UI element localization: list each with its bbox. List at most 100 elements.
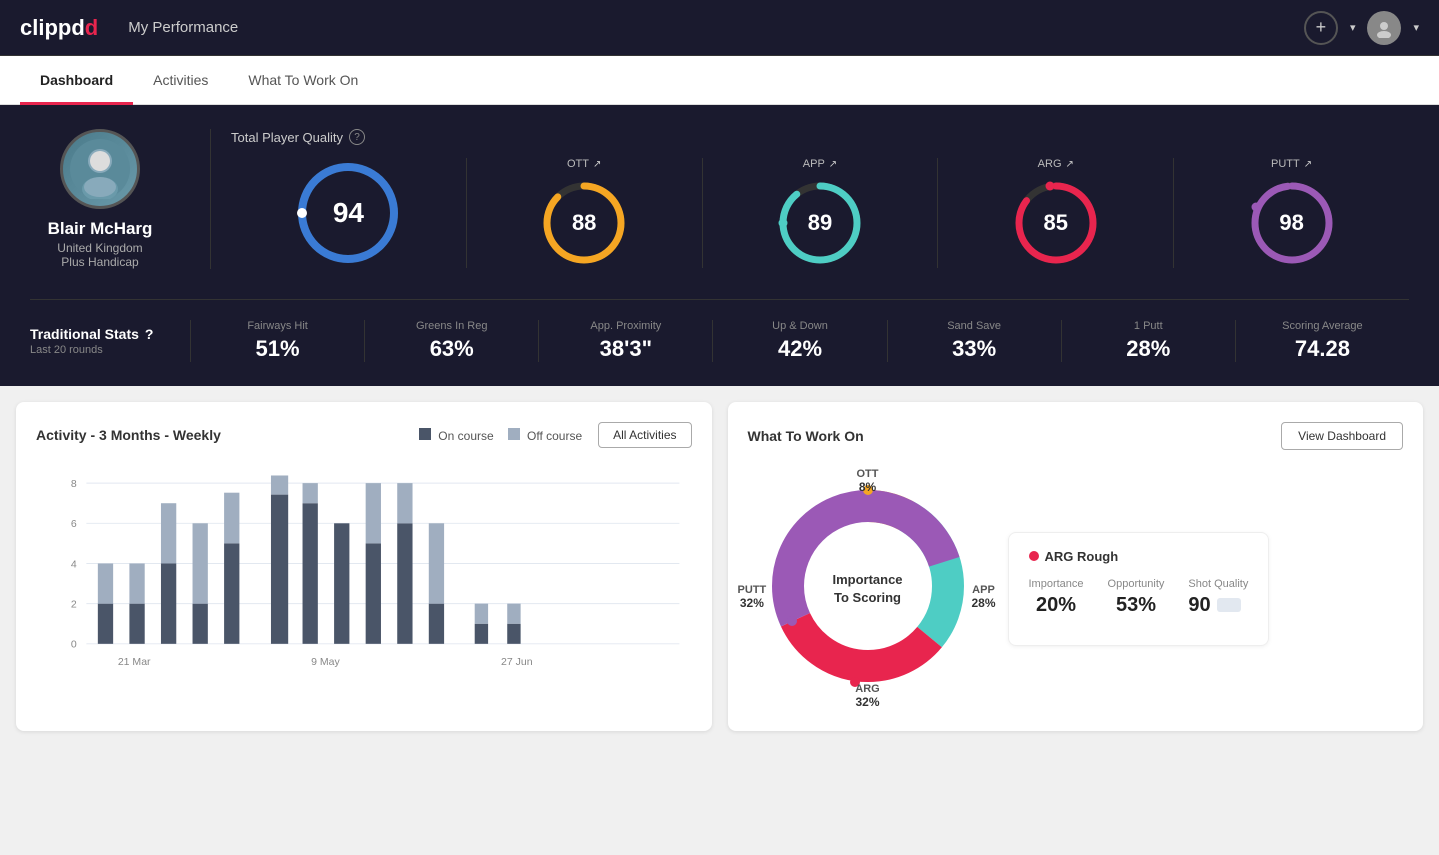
logo: clippdd (20, 15, 98, 41)
chart-legend: On course Off course (419, 428, 582, 443)
putt-gauge: PUTT ↗ 98 (1173, 158, 1409, 268)
stat-sandsave-label: Sand Save (898, 320, 1051, 332)
ott-arrow-icon: ↗ (593, 159, 601, 170)
trad-label-area: Traditional Stats ? Last 20 rounds (30, 326, 190, 356)
main-gauge-value: 94 (333, 197, 364, 229)
header-title: My Performance (128, 19, 1304, 36)
stat-scoring-value: 74.28 (1246, 336, 1399, 362)
stat-proximity-label: App. Proximity (549, 320, 702, 332)
svg-text:9 May: 9 May (311, 656, 340, 668)
stat-1putt-value: 28% (1072, 336, 1225, 362)
gauges-row: 94 OTT ↗ 88 (231, 157, 1409, 269)
activity-card-header: Activity - 3 Months - Weekly On course O… (36, 422, 692, 448)
player-avatar (60, 129, 140, 209)
view-dashboard-button[interactable]: View Dashboard (1281, 422, 1403, 450)
ott-gauge: OTT ↗ 88 (466, 158, 702, 268)
svg-text:6: 6 (71, 518, 77, 530)
header: clippdd My Performance + ▾ ▾ (0, 0, 1439, 56)
player-country: United Kingdom (57, 241, 142, 255)
add-dropdown-arrow[interactable]: ▾ (1350, 21, 1356, 34)
activity-chart-title: Activity - 3 Months - Weekly (36, 427, 221, 443)
all-activities-button[interactable]: All Activities (598, 422, 691, 448)
stat-greens-label: Greens In Reg (375, 320, 528, 332)
app-label: APP ↗ (803, 158, 837, 170)
stat-proximity-value: 38'3" (549, 336, 702, 362)
svg-text:4: 4 (71, 558, 77, 570)
metric-opportunity: Opportunity 53% (1108, 578, 1165, 617)
arg-label: ARG ↗ (1038, 158, 1074, 170)
tabs-nav: Dashboard Activities What To Work On (0, 56, 1439, 105)
stat-updown: Up & Down 42% (712, 320, 886, 362)
stat-fairways: Fairways Hit 51% (190, 320, 364, 362)
stat-proximity: App. Proximity 38'3" (538, 320, 712, 362)
metric-importance: Importance 20% (1029, 578, 1084, 617)
work-detail-metrics: Importance 20% Opportunity 53% Shot Qual… (1029, 578, 1249, 617)
arg-donut-label: ARG 32% (855, 683, 879, 709)
ott-donut-label: OTT 8% (857, 468, 879, 494)
trad-stats-label: Traditional Stats ? (30, 326, 190, 342)
user-avatar[interactable] (1367, 11, 1401, 45)
trad-stats-list: Fairways Hit 51% Greens In Reg 63% App. … (190, 320, 1409, 362)
divider-vertical (210, 129, 211, 269)
donut-center-label: ImportanceTo Scoring (832, 570, 902, 606)
work-on-card: What To Work On View Dashboard (728, 402, 1424, 731)
app-gauge: APP ↗ 89 (702, 158, 938, 268)
header-actions: + ▾ ▾ (1304, 11, 1419, 45)
arg-gauge: ARG ↗ 85 (937, 158, 1173, 268)
stat-1putt: 1 Putt 28% (1061, 320, 1235, 362)
svg-text:2: 2 (71, 598, 77, 610)
traditional-stats: Traditional Stats ? Last 20 rounds Fairw… (30, 299, 1409, 362)
work-on-content: ImportanceTo Scoring OTT 8% APP 28% ARG … (748, 466, 1404, 711)
quality-label: Total Player Quality ? (231, 129, 1409, 145)
trad-stats-sublabel: Last 20 rounds (30, 344, 190, 356)
tab-dashboard[interactable]: Dashboard (20, 56, 133, 105)
svg-text:27 Jun: 27 Jun (501, 656, 533, 668)
work-on-title: What To Work On (748, 428, 864, 444)
work-on-card-header: What To Work On View Dashboard (748, 422, 1404, 450)
putt-donut-label: PUTT 32% (738, 584, 767, 610)
user-dropdown-arrow[interactable]: ▾ (1413, 21, 1419, 34)
app-gauge-value: 89 (808, 210, 832, 236)
putt-gauge-value: 98 (1279, 210, 1303, 236)
tab-what-to-work-on[interactable]: What To Work On (228, 56, 378, 105)
chart-area: 0 2 4 6 8 (36, 464, 692, 684)
plus-icon: + (1316, 17, 1327, 38)
ott-label: OTT ↗ (567, 158, 601, 170)
stat-greens: Greens In Reg 63% (364, 320, 538, 362)
svg-text:8: 8 (71, 478, 77, 490)
stat-1putt-label: 1 Putt (1072, 320, 1225, 332)
stat-fairways-value: 51% (201, 336, 354, 362)
player-name: Blair McHarg (48, 219, 153, 239)
activity-card: Activity - 3 Months - Weekly On course O… (16, 402, 712, 731)
work-detail-card: ARG Rough Importance 20% Opportunity 53%… (1008, 532, 1270, 646)
donut-chart-area: ImportanceTo Scoring OTT 8% APP 28% ARG … (748, 466, 988, 711)
bottom-section: Activity - 3 Months - Weekly On course O… (0, 386, 1439, 747)
stat-scoring-label: Scoring Average (1246, 320, 1399, 332)
svg-text:0: 0 (71, 639, 77, 651)
player-handicap: Plus Handicap (61, 255, 138, 269)
stat-fairways-label: Fairways Hit (201, 320, 354, 332)
main-gauge: 94 (231, 158, 466, 268)
off-course-legend: Off course (508, 428, 582, 443)
quality-help-icon[interactable]: ? (349, 129, 365, 145)
tab-activities[interactable]: Activities (133, 56, 228, 105)
putt-label: PUTT ↗ (1271, 158, 1312, 170)
player-info: Blair McHarg United Kingdom Plus Handica… (30, 129, 190, 269)
stat-sandsave-value: 33% (898, 336, 1051, 362)
trad-help-icon[interactable]: ? (145, 326, 154, 342)
on-course-legend-dot (419, 428, 431, 440)
banner-top: Blair McHarg United Kingdom Plus Handica… (30, 129, 1409, 269)
red-dot-icon (1029, 551, 1039, 561)
add-button[interactable]: + (1304, 11, 1338, 45)
stat-sandsave: Sand Save 33% (887, 320, 1061, 362)
app-donut-label: APP 28% (971, 584, 995, 610)
work-detail-title: ARG Rough (1029, 549, 1249, 564)
quality-section: Total Player Quality ? 94 (231, 129, 1409, 269)
activity-chart-svg: 0 2 4 6 8 (36, 464, 692, 684)
logo-text: clippd (20, 15, 85, 40)
donut-center-text: ImportanceTo Scoring (832, 570, 902, 606)
ott-gauge-value: 88 (572, 210, 596, 236)
stat-updown-label: Up & Down (723, 320, 876, 332)
on-course-legend: On course (419, 428, 494, 443)
off-course-legend-dot (508, 428, 520, 440)
